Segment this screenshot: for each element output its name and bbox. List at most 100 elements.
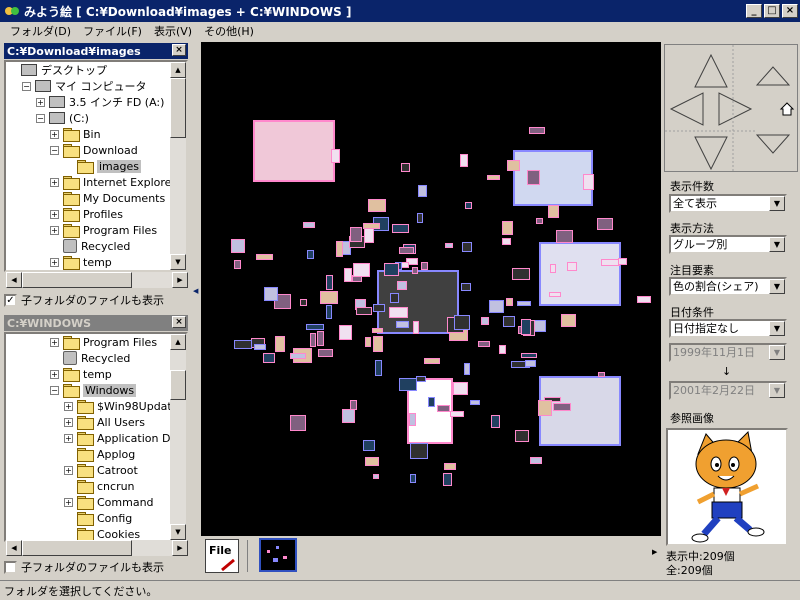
- tree-item[interactable]: Recycled: [50, 350, 130, 366]
- image-thumbnail[interactable]: [445, 243, 453, 248]
- image-thumbnail[interactable]: [491, 415, 500, 428]
- bottom-tree-hscrollbar[interactable]: ◀ ▶: [6, 540, 188, 556]
- image-thumbnail[interactable]: [356, 307, 372, 315]
- image-thumbnail[interactable]: [275, 336, 285, 352]
- image-thumbnail[interactable]: [465, 202, 472, 209]
- image-thumbnail[interactable]: [521, 319, 531, 335]
- image-thumbnail[interactable]: [392, 224, 409, 233]
- image-thumbnail[interactable]: [384, 263, 399, 276]
- tree-item[interactable]: + Program Files: [50, 334, 157, 350]
- image-thumbnail[interactable]: [326, 275, 333, 290]
- image-thumbnail[interactable]: [506, 298, 513, 306]
- image-thumbnail[interactable]: [424, 358, 440, 364]
- image-thumbnail[interactable]: [375, 360, 382, 376]
- image-thumbnail[interactable]: [306, 324, 324, 330]
- tree-item[interactable]: + temp: [50, 254, 112, 270]
- image-thumbnail[interactable]: [390, 293, 399, 303]
- nav-left-arrow[interactable]: [669, 92, 704, 126]
- tree-item[interactable]: デスクトップ: [8, 62, 107, 78]
- strip-arrow-icon[interactable]: ▶: [652, 548, 657, 556]
- image-thumbnail[interactable]: [513, 150, 593, 206]
- expander-icon[interactable]: +: [50, 177, 59, 187]
- image-thumbnail[interactable]: [529, 127, 545, 134]
- image-thumbnail[interactable]: [389, 307, 408, 318]
- image-thumbnail[interactable]: [363, 223, 380, 229]
- tree-item[interactable]: Config: [64, 510, 132, 526]
- expander-icon[interactable]: +: [36, 97, 45, 107]
- image-thumbnail[interactable]: [300, 299, 307, 306]
- bottom-subfolder-checkbox[interactable]: 子フォルダのファイルも表示: [4, 559, 164, 575]
- date-select[interactable]: 日付指定なし ▼: [669, 319, 787, 338]
- expander-icon[interactable]: +: [50, 225, 59, 235]
- image-thumbnail[interactable]: [350, 227, 362, 242]
- image-thumbnail[interactable]: [597, 218, 613, 230]
- scroll-up-icon[interactable]: ▲: [170, 334, 186, 350]
- expander-icon[interactable]: +: [64, 401, 73, 411]
- tree-item[interactable]: − (C:): [36, 110, 89, 126]
- image-thumbnail[interactable]: [567, 262, 577, 271]
- image-thumbnail[interactable]: [303, 222, 315, 228]
- image-thumbnail[interactable]: [320, 291, 338, 304]
- top-tree-hscrollbar[interactable]: ◀ ▶: [6, 272, 188, 288]
- expander-icon[interactable]: +: [50, 209, 59, 219]
- scroll-down-icon[interactable]: ▼: [170, 254, 186, 270]
- dropdown-arrow-icon[interactable]: ▼: [769, 279, 785, 294]
- home-icon[interactable]: [779, 102, 795, 116]
- image-thumbnail[interactable]: [556, 230, 573, 243]
- dropdown-arrow-icon[interactable]: ▼: [769, 321, 785, 336]
- image-thumbnail[interactable]: [331, 149, 340, 163]
- tree-item[interactable]: Applog: [64, 446, 135, 462]
- image-thumbnail[interactable]: [453, 382, 468, 395]
- scroll-up-icon[interactable]: ▲: [170, 62, 186, 78]
- scroll-right-icon[interactable]: ▶: [172, 272, 188, 288]
- image-thumbnail[interactable]: [464, 363, 470, 375]
- image-thumbnail[interactable]: [461, 283, 471, 291]
- image-thumbnail[interactable]: [583, 174, 594, 190]
- hscroll-thumb[interactable]: [22, 540, 132, 556]
- image-cluster-view[interactable]: [201, 42, 661, 536]
- image-thumbnail[interactable]: [489, 300, 504, 313]
- image-thumbnail[interactable]: [401, 163, 410, 172]
- image-thumbnail[interactable]: [409, 413, 416, 426]
- image-thumbnail[interactable]: [443, 473, 452, 486]
- menu-other[interactable]: その他(H): [198, 23, 260, 39]
- image-thumbnail[interactable]: [487, 175, 500, 180]
- scroll-right-icon[interactable]: ▶: [172, 540, 188, 556]
- left-splitter[interactable]: ◀: [192, 42, 198, 578]
- tree-item[interactable]: cncrun: [64, 478, 135, 494]
- image-thumbnail[interactable]: [410, 474, 416, 483]
- image-thumbnail[interactable]: [399, 378, 417, 391]
- scroll-thumb[interactable]: [170, 78, 186, 138]
- tree-item[interactable]: My Documents: [50, 190, 165, 206]
- count-select[interactable]: 全て表示 ▼: [669, 194, 787, 213]
- image-thumbnail[interactable]: [373, 474, 379, 479]
- image-thumbnail[interactable]: [256, 254, 273, 260]
- image-thumbnail[interactable]: [365, 457, 379, 466]
- nav-zoom-in-arrow[interactable]: [755, 66, 791, 86]
- image-thumbnail[interactable]: [502, 221, 513, 235]
- maximize-button[interactable]: □: [764, 4, 780, 18]
- image-thumbnail[interactable]: [307, 250, 314, 259]
- tree-item[interactable]: − Windows: [50, 382, 137, 398]
- image-thumbnail[interactable]: [462, 242, 472, 252]
- image-thumbnail[interactable]: [373, 304, 385, 312]
- image-thumbnail[interactable]: [470, 400, 480, 405]
- scroll-thumb[interactable]: [170, 370, 186, 400]
- image-thumbnail[interactable]: [364, 227, 374, 243]
- tree-item[interactable]: + temp: [50, 366, 112, 382]
- hscroll-thumb[interactable]: [22, 272, 132, 288]
- tree-item[interactable]: + Program Files: [50, 222, 157, 238]
- image-thumbnail[interactable]: [418, 185, 427, 197]
- expander-icon[interactable]: +: [50, 129, 59, 139]
- expander-icon[interactable]: +: [64, 433, 73, 443]
- image-thumbnail[interactable]: [553, 403, 571, 411]
- tree-item[interactable]: + All Users: [64, 414, 145, 430]
- tree-item[interactable]: − マイ コンピュータ: [22, 78, 147, 94]
- image-thumbnail[interactable]: [336, 241, 343, 257]
- image-thumbnail[interactable]: [561, 314, 576, 327]
- tree-item[interactable]: − Download: [50, 142, 138, 158]
- image-thumbnail[interactable]: [538, 400, 552, 416]
- image-thumbnail[interactable]: [344, 268, 352, 282]
- image-thumbnail[interactable]: [396, 321, 409, 328]
- tree-item[interactable]: + Profiles: [50, 206, 123, 222]
